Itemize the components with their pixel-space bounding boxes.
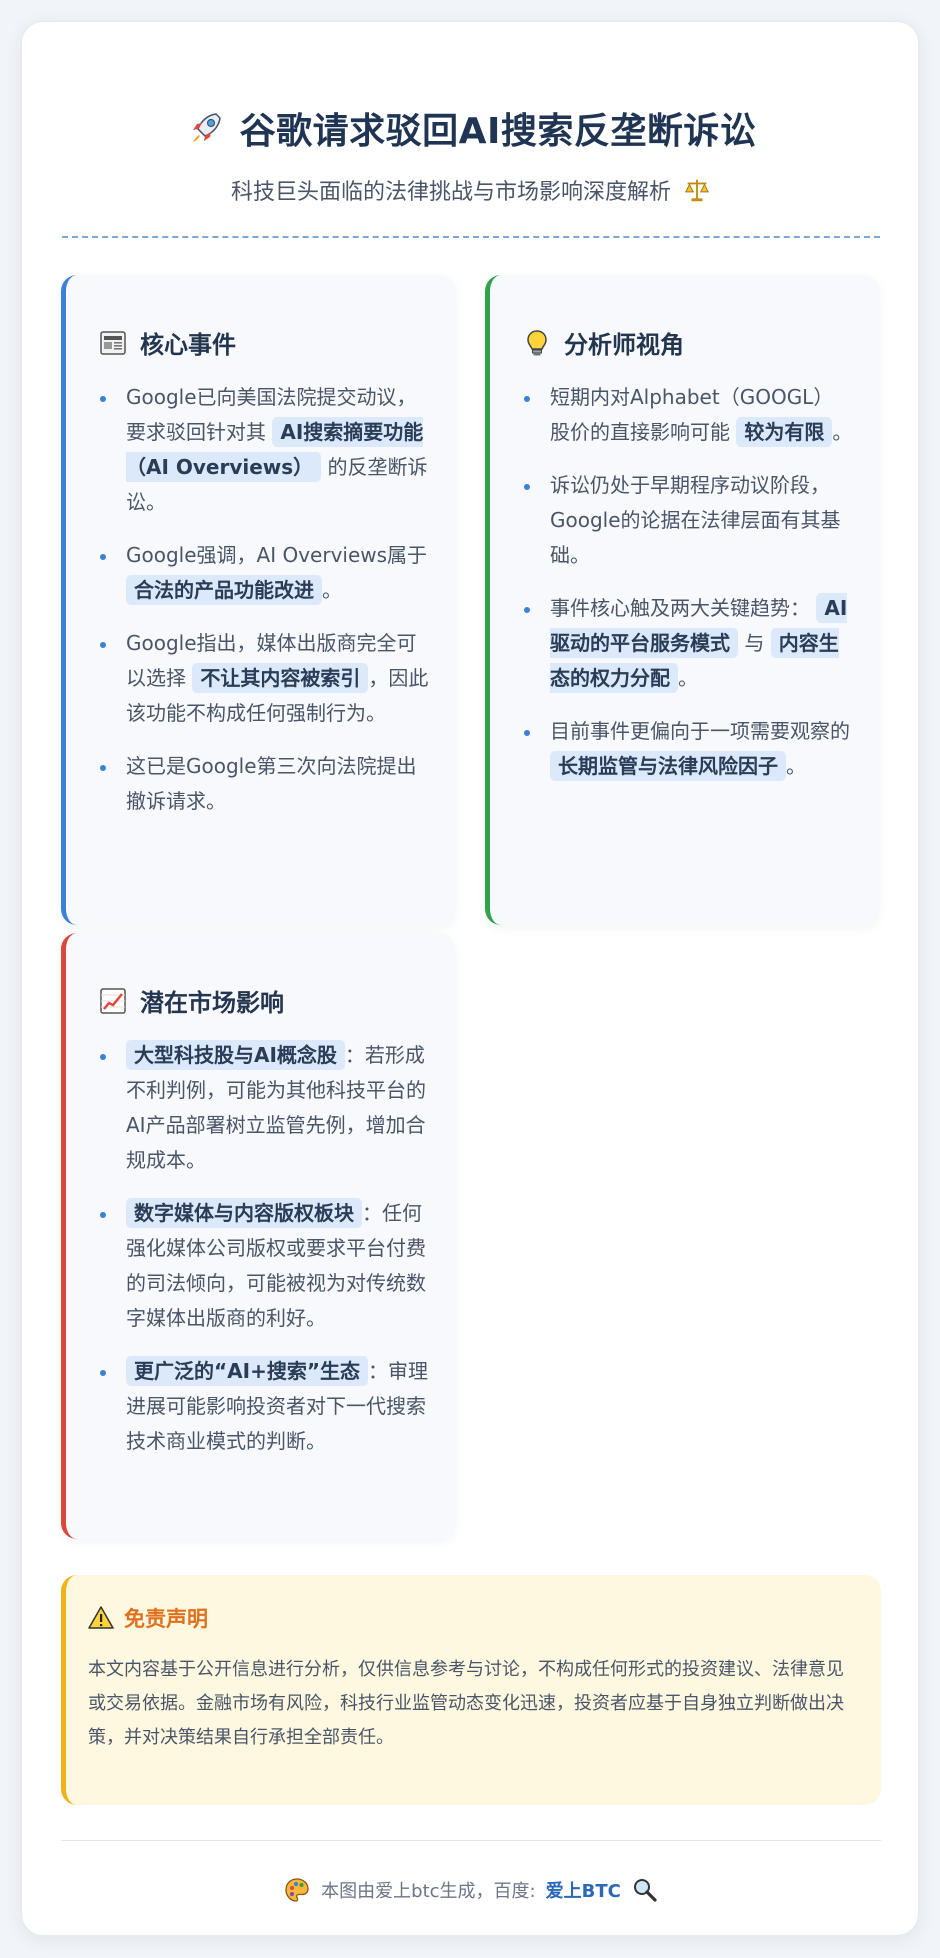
disclaimer-body: 本文内容基于公开信息进行分析，仅供信息参考与讨论，不构成任何形式的投资建议、法律… [88,1659,844,1748]
item-text: 事件核心触及两大关键趋势： [550,596,817,620]
item-highlight: 大型科技股与AI概念股 [126,1040,345,1070]
item-text: Google强调，AI Overviews属于 [126,543,428,567]
newspaper-icon [100,330,126,355]
footer-divider [61,1840,881,1841]
header: 谷歌请求驳回AI搜索反垄断诉讼 科技巨头面临的法律挑战与市场影响深度解析 [22,102,920,206]
item-highlight: 合法的产品功能改进 [126,575,322,605]
item-highlight: 数字媒体与内容版权板块 [126,1198,362,1228]
market-impact-panel: 潜在市场影响 大型科技股与AI概念股 ：若形成不利判例，可能为其他科技平台的AI产… [61,933,455,1539]
list-item: Google强调，AI Overviews属于 合法的产品功能改进。 [98,538,429,608]
core-events-title: 核心事件 [140,331,236,359]
footer: 本图由爱上btc生成，百度: 爱上BTC [22,1876,920,1904]
disclaimer-box: 免责声明 本文内容基于公开信息进行分析，仅供信息参考与讨论，不构成任何形式的投资… [61,1575,881,1805]
analyst-list: 短期内对Alphabet（GOOGL）股价的直接影响可能 较为有限。 诉讼仍处于… [522,380,853,784]
item-highlight: 较为有限 [736,417,833,447]
chart-up-icon [100,987,126,1014]
footer-text: 本图由爱上btc生成，百度: [321,1881,536,1902]
palette-icon [285,1878,309,1902]
item-text: 。 [322,578,342,602]
core-events-panel: 核心事件 Google已向美国法院提交动议，要求驳回针对其 AI搜索摘要功能（A… [61,275,455,925]
lightbulb-icon [527,329,547,355]
rocket-icon [192,113,221,142]
list-item: Google已向美国法院提交动议，要求驳回针对其 AI搜索摘要功能（AI Ove… [98,380,429,520]
list-item: 事件核心触及两大关键趋势： AI驱动的平台服务模式 与 内容生态的权力分配。 [522,591,853,696]
core-events-list: Google已向美国法院提交动议，要求驳回针对其 AI搜索摘要功能（AI Ove… [98,380,429,819]
magnifier-icon [633,1879,657,1902]
item-text: 诉讼仍处于早期程序动议阶段，Google的论据在法律层面有其基础。 [550,473,841,567]
market-impact-title: 潜在市场影响 [140,989,284,1017]
item-text: 与 [738,631,771,655]
scales-icon [685,179,709,202]
list-item: 数字媒体与内容版权板块 ：任何强化媒体公司版权或要求平台付费的司法倾向，可能被视为… [98,1196,429,1336]
item-text: 。 [832,420,853,444]
page-title: 谷歌请求驳回AI搜索反垄断诉讼 [239,111,757,152]
list-item: Google指出，媒体出版商完全可以选择 不让其内容被索引 ，因此该功能不构成任何… [98,626,429,731]
footer-brand: 爱上BTC [545,1881,621,1902]
analyst-heading: 分析师视角 [522,325,853,360]
item-text: 。 [786,754,806,778]
list-item: 目前事件更偏向于一项需要观察的 长期监管与法律风险因子。 [522,714,853,784]
list-item: 诉讼仍处于早期程序动议阶段，Google的论据在法律层面有其基础。 [522,468,853,573]
disclaimer-heading: 免责声明 [88,1603,857,1633]
subtitle-row: 科技巨头面临的法律挑战与市场影响深度解析 [22,174,920,206]
main-card: 谷歌请求驳回AI搜索反垄断诉讼 科技巨头面临的法律挑战与市场影响深度解析 核心事… [21,21,919,1936]
warning-icon [88,1606,114,1629]
market-impact-list: 大型科技股与AI概念股 ：若形成不利判例，可能为其他科技平台的AI产品部署树立监管… [98,1038,429,1459]
market-impact-heading: 潜在市场影响 [98,983,429,1018]
item-text: 目前事件更偏向于一项需要观察的 [550,719,850,743]
item-highlight: 长期监管与法律风险因子 [550,751,786,781]
item-highlight: 不让其内容被索引 [192,663,369,693]
list-item: 更广泛的“AI+搜索”生态 ：审理进展可能影响投资者对下一代搜索技术商业模式的判断… [98,1354,429,1459]
item-text: 。 [678,666,698,690]
page-title-row: 谷歌请求驳回AI搜索反垄断诉讼 [22,102,920,154]
header-divider [62,236,880,238]
list-item: 大型科技股与AI概念股 ：若形成不利判例，可能为其他科技平台的AI产品部署树立监管… [98,1038,429,1178]
analyst-panel: 分析师视角 短期内对Alphabet（GOOGL）股价的直接影响可能 较为有限。… [485,275,879,925]
item-highlight: 更广泛的“AI+搜索”生态 [126,1356,368,1386]
core-events-heading: 核心事件 [98,325,429,360]
item-text: 这已是Google第三次向法院提出撤诉请求。 [126,754,417,813]
page-subtitle: 科技巨头面临的法律挑战与市场影响深度解析 [230,180,671,205]
list-item: 这已是Google第三次向法院提出撤诉请求。 [98,749,429,819]
disclaimer-title: 免责声明 [124,1607,208,1631]
list-item: 短期内对Alphabet（GOOGL）股价的直接影响可能 较为有限。 [522,380,853,450]
analyst-title: 分析师视角 [564,331,684,359]
